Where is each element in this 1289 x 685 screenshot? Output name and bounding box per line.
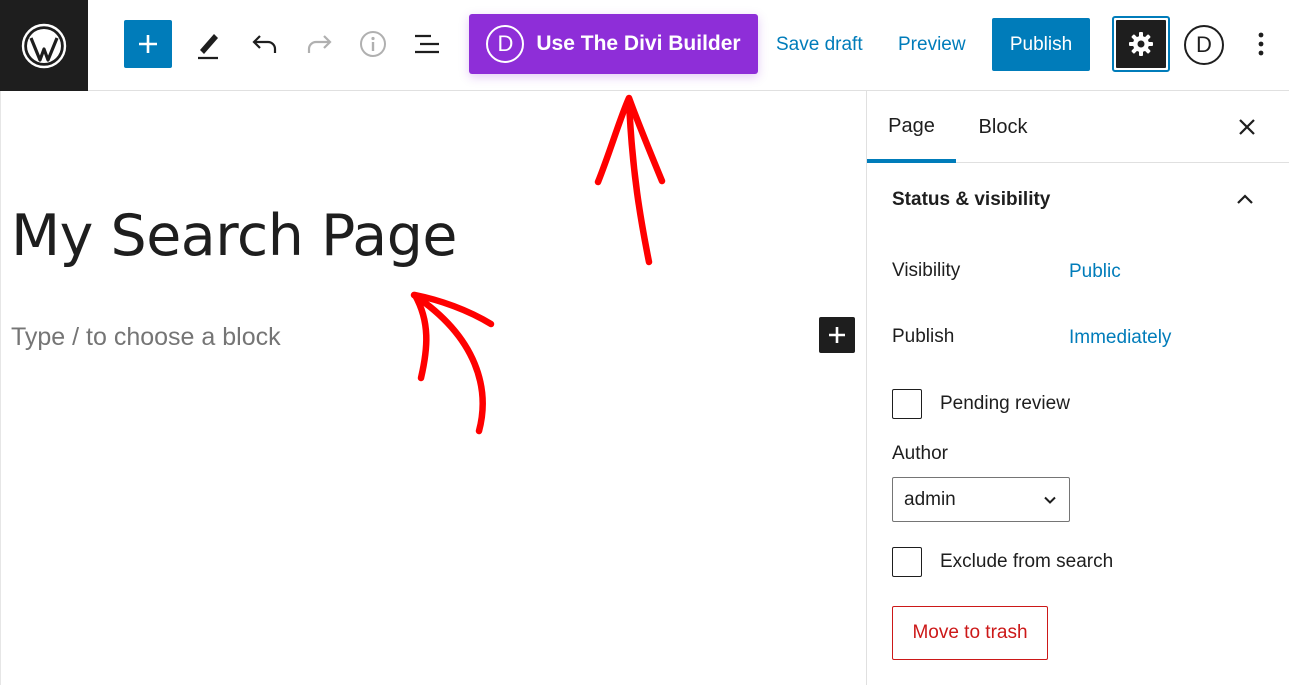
wordpress-logo-icon[interactable] bbox=[0, 0, 88, 91]
redo-icon bbox=[307, 35, 332, 53]
settings-button-inner bbox=[1116, 20, 1166, 68]
list-view-icon bbox=[415, 34, 439, 54]
divi-icon-button[interactable]: D bbox=[1184, 25, 1224, 65]
divi-button-label: Use The Divi Builder bbox=[536, 32, 741, 55]
chevron-down-icon bbox=[1044, 496, 1056, 504]
status-visibility-panel-title[interactable]: Status & visibility bbox=[892, 189, 1050, 211]
author-label: Author bbox=[892, 443, 948, 464]
tab-page[interactable]: Page bbox=[867, 91, 956, 163]
editor-canvas: My Search Page Type / to choose a block bbox=[0, 91, 866, 685]
use-divi-builder-button[interactable]: D Use The Divi Builder bbox=[469, 14, 758, 74]
visibility-toggle[interactable]: Public bbox=[1069, 261, 1121, 283]
publish-label: Publish bbox=[892, 326, 955, 347]
settings-button[interactable] bbox=[1112, 16, 1170, 72]
chevron-up-icon[interactable] bbox=[1229, 187, 1261, 211]
block-placeholder[interactable]: Type / to choose a block bbox=[11, 323, 281, 352]
settings-sidebar: Page Block Status & visibility Visibilit… bbox=[866, 91, 1289, 685]
pending-review-label[interactable]: Pending review bbox=[940, 393, 1070, 415]
gear-icon bbox=[1129, 32, 1153, 56]
preview-button[interactable]: Preview bbox=[898, 26, 966, 64]
close-sidebar-button[interactable] bbox=[1227, 107, 1267, 147]
author-select-value: admin bbox=[904, 488, 956, 510]
add-block-button[interactable] bbox=[124, 20, 172, 68]
page-title-input[interactable]: My Search Page bbox=[11, 203, 457, 269]
plus-icon bbox=[829, 327, 845, 343]
plus-icon bbox=[139, 35, 157, 53]
editor-toolbar: D Use The Divi Builder Save draft Previe… bbox=[0, 0, 1289, 91]
block-inserter-button[interactable] bbox=[819, 317, 855, 353]
visibility-label: Visibility bbox=[892, 260, 961, 281]
undo-button[interactable] bbox=[245, 24, 285, 64]
list-view-button[interactable] bbox=[407, 24, 447, 64]
redo-button[interactable] bbox=[299, 24, 339, 64]
publish-date-toggle[interactable]: Immediately bbox=[1069, 327, 1171, 349]
pencil-icon bbox=[198, 34, 218, 60]
move-to-trash-button[interactable]: Move to trash bbox=[892, 606, 1048, 660]
author-select[interactable]: admin bbox=[892, 477, 1070, 522]
publish-button[interactable]: Publish bbox=[992, 18, 1090, 71]
divi-logo-icon: D bbox=[486, 25, 525, 63]
exclude-from-search-label[interactable]: Exclude from search bbox=[940, 551, 1113, 573]
options-button[interactable] bbox=[1248, 24, 1274, 64]
undo-icon bbox=[252, 35, 277, 53]
save-draft-button[interactable]: Save draft bbox=[776, 26, 863, 64]
close-icon bbox=[1239, 119, 1255, 135]
exclude-from-search-checkbox[interactable] bbox=[892, 547, 922, 577]
details-button[interactable] bbox=[353, 24, 393, 64]
tab-block[interactable]: Block bbox=[967, 91, 1039, 163]
tools-button[interactable] bbox=[188, 24, 228, 64]
pending-review-checkbox[interactable] bbox=[892, 389, 922, 419]
info-icon bbox=[360, 31, 386, 57]
sidebar-tabs: Page Block bbox=[867, 91, 1289, 163]
more-vertical-icon bbox=[1258, 32, 1264, 56]
